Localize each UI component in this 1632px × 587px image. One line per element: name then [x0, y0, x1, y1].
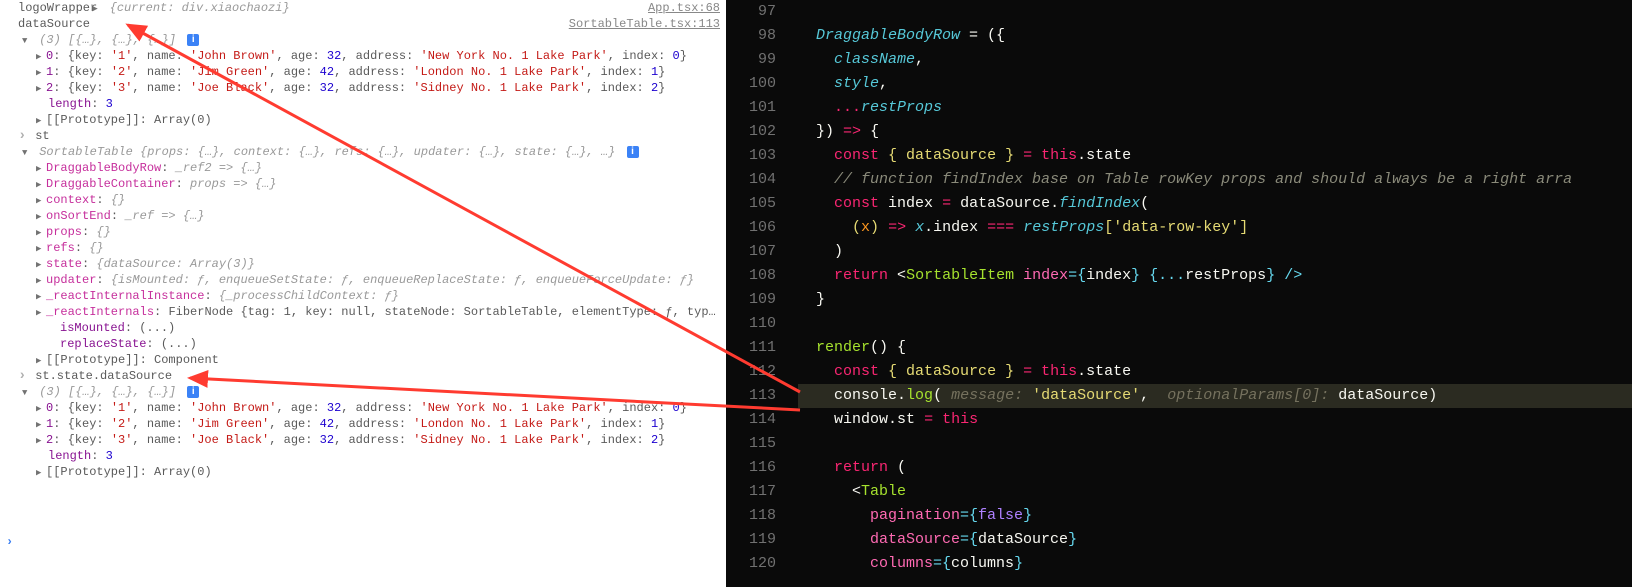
sortable-header-row[interactable]: SortableTable {props: {…}, context: {…},…	[0, 144, 726, 160]
gutter-line-number: 98	[726, 24, 776, 48]
sortable-prop-row[interactable]: props: {}	[0, 224, 726, 240]
gutter-line-number: 114	[726, 408, 776, 432]
sortable-proto-row[interactable]: [[Prototype]]: Component	[0, 352, 726, 368]
expand-icon[interactable]	[36, 305, 46, 319]
sortable-prop-row[interactable]: _reactInternalInstance: {_processChildCo…	[0, 288, 726, 304]
array-header-row-2[interactable]: (3) [{…}, {…}, {…}]	[0, 384, 726, 400]
gutter-line-number: 108	[726, 264, 776, 288]
gutter-line-number: 101	[726, 96, 776, 120]
editor-gutter: 9798991001011021031041051061071081091101…	[726, 0, 786, 576]
expand-icon[interactable]	[36, 433, 46, 447]
expand-icon[interactable]	[36, 65, 46, 79]
sortable-prop-row[interactable]: refs: {}	[0, 240, 726, 256]
preview: SortableTable {props: {…}, context: {…},…	[39, 145, 615, 159]
array-item-row[interactable]: 1: {key: '2', name: 'Jim Green', age: 42…	[0, 64, 726, 80]
array-item-row[interactable]: 2: {key: '3', name: 'Joe Black', age: 32…	[0, 80, 726, 96]
gutter-line-number: 113	[726, 384, 776, 408]
sortable-tail-row[interactable]: replaceState: (...)	[0, 336, 726, 352]
expand-icon[interactable]	[36, 161, 46, 175]
source-link[interactable]: App.tsx:68	[648, 1, 720, 15]
info-icon[interactable]	[187, 34, 199, 46]
gutter-line-number: 105	[726, 192, 776, 216]
console-prompt-icon[interactable]: ›	[6, 535, 13, 549]
editor-highlighted-line: console.log( message: 'dataSource', opti…	[798, 384, 1632, 408]
sortable-prop-row[interactable]: context: {}	[0, 192, 726, 208]
gutter-line-number: 117	[726, 480, 776, 504]
console-row-ststate[interactable]: st.state.dataSource	[0, 368, 726, 384]
gutter-line-number: 118	[726, 504, 776, 528]
gutter-line-number: 112	[726, 360, 776, 384]
editor-code[interactable]: DraggableBodyRow = ({ className, style, …	[798, 0, 1632, 576]
gutter-line-number: 99	[726, 48, 776, 72]
expand-icon[interactable]	[36, 113, 46, 127]
preview: {current: div.xiaochaozi}	[110, 1, 290, 15]
array-proto-row-2[interactable]: [[Prototype]]: Array(0)	[0, 464, 726, 480]
sortable-prop-row[interactable]: DraggableBodyRow: _ref2 => {…}	[0, 160, 726, 176]
source-link[interactable]: SortableTable.tsx:113	[569, 17, 720, 31]
expand-icon[interactable]	[36, 353, 46, 367]
array-length-row-2: length: 3	[0, 448, 726, 464]
gutter-line-number: 119	[726, 528, 776, 552]
gutter-line-number: 107	[726, 240, 776, 264]
array-item-row[interactable]: 0: {key: '1', name: 'John Brown', age: 3…	[0, 48, 726, 64]
expand-icon[interactable]	[36, 417, 46, 431]
expand-icon[interactable]	[36, 289, 46, 303]
gutter-line-number: 116	[726, 456, 776, 480]
chevron-icon	[18, 129, 28, 143]
gutter-line-number: 115	[726, 432, 776, 456]
expand-icon[interactable]	[36, 273, 46, 287]
gutter-line-number: 120	[726, 552, 776, 576]
sortable-prop-row[interactable]: onSortEnd: _ref => {…}	[0, 208, 726, 224]
expand-icon[interactable]	[36, 49, 46, 63]
react-internals-row[interactable]: _reactInternals: FiberNode {tag: 1, key:…	[0, 304, 726, 320]
console-row-st[interactable]: st	[0, 128, 726, 144]
array-preview: (3) [{…}, {…}, {…}]	[39, 33, 176, 47]
gutter-line-number: 97	[726, 0, 776, 24]
collapse-icon[interactable]	[22, 385, 32, 399]
code-editor-panel[interactable]: 9798991001011021031041051061071081091101…	[726, 0, 1632, 587]
label: st	[35, 129, 49, 143]
info-icon[interactable]	[627, 146, 639, 158]
gutter-line-number: 100	[726, 72, 776, 96]
expand-icon[interactable]	[36, 401, 46, 415]
array-item-row[interactable]: 1: {key: '2', name: 'Jim Green', age: 42…	[0, 416, 726, 432]
gutter-line-number: 104	[726, 168, 776, 192]
info-icon[interactable]	[187, 386, 199, 398]
expand-icon[interactable]	[36, 81, 46, 95]
expand-icon[interactable]	[36, 257, 46, 271]
expand-icon[interactable]	[36, 465, 46, 479]
label: logoWrapper	[18, 1, 97, 15]
expand-icon[interactable]	[36, 193, 46, 207]
devtools-console-panel[interactable]: logoWrapper {current: div.xiaochaozi} Ap…	[0, 0, 726, 587]
gutter-line-number: 106	[726, 216, 776, 240]
array-item-row[interactable]: 0: {key: '1', name: 'John Brown', age: 3…	[0, 400, 726, 416]
expand-icon[interactable]	[36, 209, 46, 223]
sortable-prop-row[interactable]: state: {dataSource: Array(3)}	[0, 256, 726, 272]
sortable-tail-row[interactable]: isMounted: (...)	[0, 320, 726, 336]
expand-icon[interactable]	[36, 225, 46, 239]
gutter-line-number: 111	[726, 336, 776, 360]
collapse-icon[interactable]	[22, 33, 32, 47]
collapse-icon[interactable]	[22, 145, 32, 159]
gutter-line-number: 110	[726, 312, 776, 336]
expand-icon[interactable]	[92, 1, 102, 15]
array-length-row: length: 3	[0, 96, 726, 112]
gutter-line-number: 103	[726, 144, 776, 168]
label: dataSource	[18, 17, 90, 31]
label: st.state.dataSource	[35, 369, 172, 383]
array-preview: (3) [{…}, {…}, {…}]	[39, 385, 176, 399]
console-row-logowrapper[interactable]: logoWrapper {current: div.xiaochaozi} Ap…	[0, 0, 726, 16]
array-item-row[interactable]: 2: {key: '3', name: 'Joe Black', age: 32…	[0, 432, 726, 448]
sortable-prop-row[interactable]: DraggableContainer: props => {…}	[0, 176, 726, 192]
sortable-prop-row[interactable]: updater: {isMounted: ƒ, enqueueSetState:…	[0, 272, 726, 288]
expand-icon[interactable]	[36, 241, 46, 255]
chevron-icon	[18, 369, 28, 383]
gutter-line-number: 109	[726, 288, 776, 312]
array-header-row[interactable]: (3) [{…}, {…}, {…}]	[0, 32, 726, 48]
gutter-line-number: 102	[726, 120, 776, 144]
array-proto-row[interactable]: [[Prototype]]: Array(0)	[0, 112, 726, 128]
expand-icon[interactable]	[36, 177, 46, 191]
console-row-datasource[interactable]: dataSource SortableTable.tsx:113	[0, 16, 726, 32]
